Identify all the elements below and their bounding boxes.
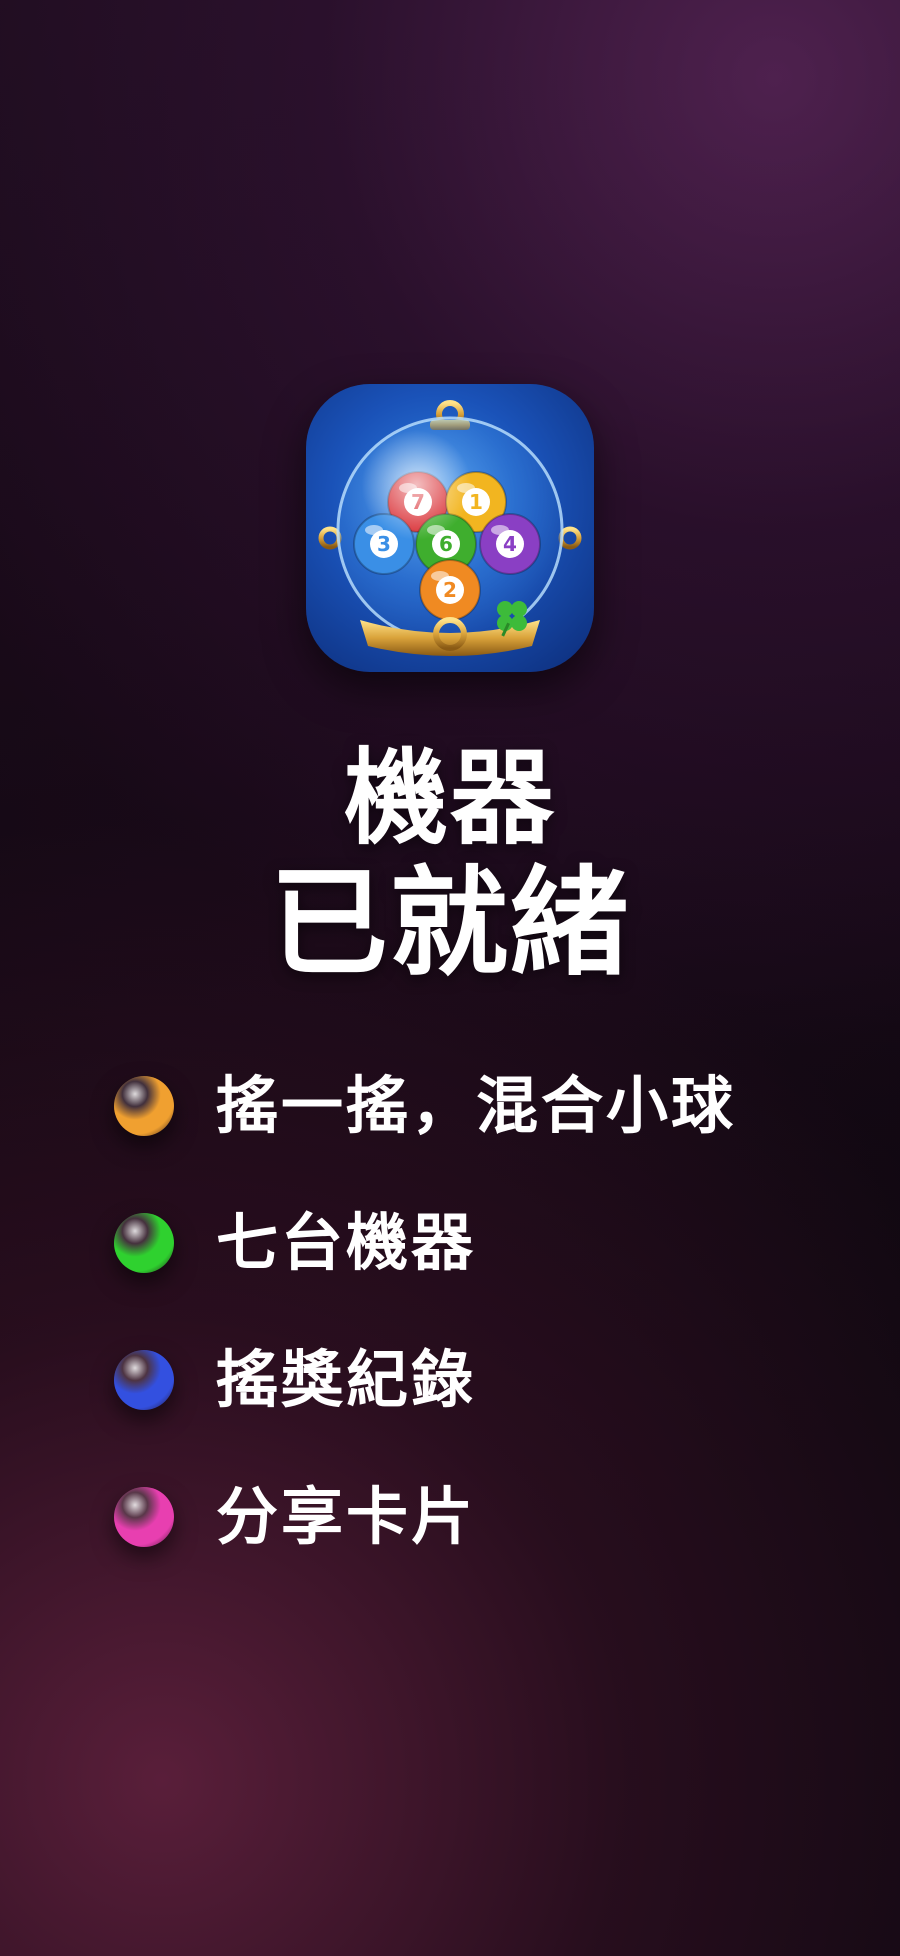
feature-item-history: 搖獎紀錄 bbox=[114, 1345, 834, 1415]
page-title-line2: 已就緒 bbox=[269, 854, 630, 992]
magenta-ball-icon bbox=[114, 1487, 174, 1547]
feature-label-share: 分享卡片 bbox=[216, 1480, 477, 1553]
blue-ball-icon bbox=[114, 1350, 174, 1410]
page-title-line1: 機器 bbox=[343, 737, 556, 859]
green-ball-icon bbox=[114, 1213, 174, 1273]
app-icon: 713642 bbox=[306, 384, 594, 672]
feature-list: 搖一搖，混合小球 七台機器 搖獎紀錄 分享卡片 bbox=[114, 1071, 834, 1624]
feature-item-share: 分享卡片 bbox=[114, 1482, 834, 1552]
feature-label-shake: 搖一搖，混合小球 bbox=[216, 1069, 737, 1142]
feature-label-history: 搖獎紀錄 bbox=[216, 1343, 477, 1416]
feature-label-machines: 七台機器 bbox=[216, 1206, 477, 1279]
feature-item-machines: 七台機器 bbox=[114, 1208, 834, 1278]
feature-item-shake: 搖一搖，混合小球 bbox=[114, 1071, 834, 1141]
orange-ball-icon bbox=[114, 1076, 174, 1136]
lottery-ball-globe-icon: 713642 bbox=[318, 400, 582, 656]
